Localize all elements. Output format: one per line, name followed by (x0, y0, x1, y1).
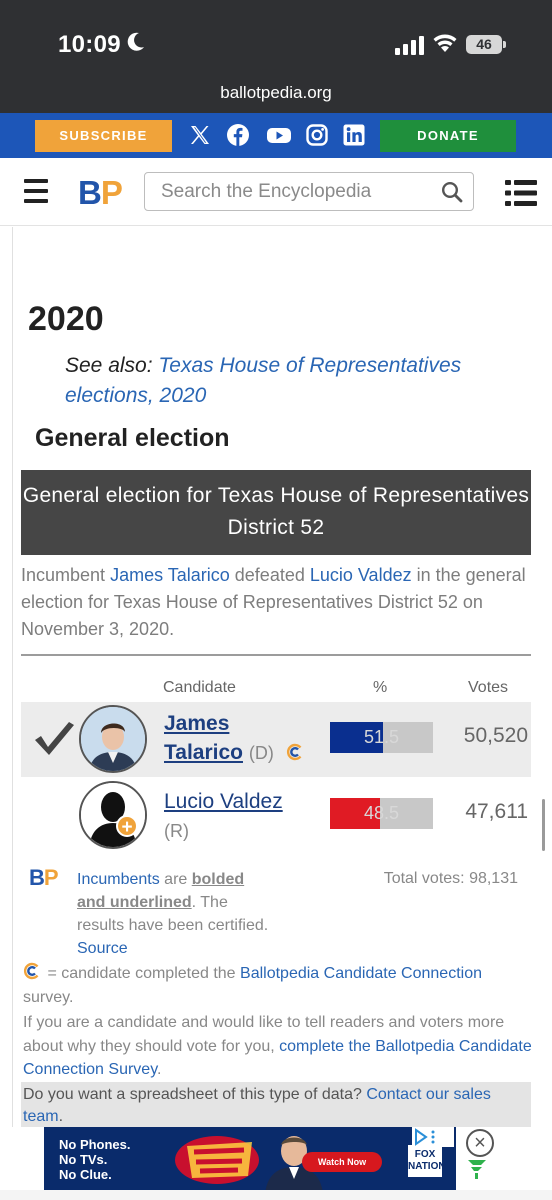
donate-button[interactable]: DONATE (380, 120, 516, 152)
site-header: BP (0, 158, 552, 226)
loser-link[interactable]: Lucio Valdez (310, 565, 412, 585)
source-link[interactable]: Source (77, 940, 128, 957)
column-header-percent: % (373, 679, 388, 696)
incumbents-link[interactable]: Incumbents (77, 871, 160, 888)
general-election-heading: General election (35, 424, 230, 452)
watch-now-button[interactable]: Watch Now (302, 1152, 382, 1172)
talarico-percent-label: 51.5 (363, 727, 400, 747)
race-summary: Incumbent James Talarico defeated Lucio … (21, 565, 526, 639)
winner-link[interactable]: James Talarico (110, 565, 230, 585)
content-border (12, 227, 13, 1127)
results-divider (21, 654, 531, 656)
battery-tip (503, 41, 506, 48)
column-header-votes: Votes (468, 679, 509, 696)
x-twitter-icon[interactable] (188, 123, 212, 147)
candidate-name-valdez[interactable]: Lucio Valdez (R) (164, 787, 283, 846)
search-input[interactable] (145, 173, 437, 210)
adchoices-icon[interactable] (412, 1127, 454, 1147)
page-scrollbar[interactable] (542, 799, 545, 851)
close-ad-button[interactable]: × (466, 1129, 494, 1157)
bottom-strip (0, 1190, 552, 1200)
promo-bar: SUBSCRIBE DONATE (0, 113, 552, 158)
status-time: 10:09 (58, 31, 121, 58)
talarico-avatar[interactable] (79, 705, 147, 773)
valdez-percent-label: 48.5 (363, 803, 400, 823)
ad-banner[interactable]: No Phones. No TVs. No Clue. Watch Now FOX N… (44, 1127, 456, 1194)
ad-tagline: No Phones. No TVs. No Clue. (59, 1137, 131, 1182)
facebook-icon[interactable] (226, 123, 250, 147)
add-photo-icon: + (116, 815, 138, 838)
search-icon[interactable] (441, 181, 463, 203)
valdez-name-link[interactable]: Lucio Valdez (164, 790, 283, 813)
valdez-avatar[interactable] (79, 781, 147, 849)
talarico-first-name[interactable]: James (164, 712, 229, 735)
incumbents-note: Incumbents are bolded and underlined. Th… (77, 871, 269, 957)
search-box (144, 172, 474, 211)
url-bar[interactable]: ballotpedia.org (0, 80, 552, 113)
candidate-row-valdez: + Lucio Valdez (R) 48.5 47,611 (21, 778, 531, 853)
valdez-votes: 47,611 (465, 800, 528, 823)
talarico-party: (D) (248, 743, 274, 763)
spreadsheet-note: Do you want a spreadsheet of this type o… (21, 1082, 531, 1127)
candidate-row-talarico: James Talarico (D) 51.5 50,520 (21, 702, 531, 777)
valdez-party: (R) (164, 821, 189, 841)
battery-indicator: 46 (466, 35, 502, 54)
valdez-percent-bar: 48.5 (330, 798, 433, 829)
menu-icon[interactable] (24, 179, 48, 205)
winner-checkmark-icon (35, 722, 74, 755)
moon-icon (127, 32, 144, 51)
race-title: General election for Texas House of Repr… (21, 470, 531, 555)
article-content: 2020 See also: Texas House of Representa… (0, 227, 552, 1127)
instagram-icon[interactable] (305, 123, 329, 147)
linkedin-icon[interactable] (342, 123, 366, 147)
candidate-name-talarico[interactable]: James Talarico (D) (164, 709, 304, 768)
see-also: See also: Texas House of Representatives… (65, 354, 462, 407)
wifi-icon (433, 34, 457, 52)
list-menu-icon[interactable] (505, 179, 537, 207)
candidate-connection-icon (23, 962, 39, 980)
status-bar: 10:09 46 (0, 0, 552, 80)
candidate-connection-icon[interactable] (286, 743, 304, 761)
column-header-candidate: Candidate (163, 679, 236, 696)
total-votes: Total votes: 98,131 (383, 870, 518, 887)
candidate-connection-link[interactable]: Ballotpedia Candidate Connection (240, 965, 482, 982)
subscribe-button[interactable]: SUBSCRIBE (35, 120, 172, 152)
ad-show-logo (175, 1136, 259, 1184)
section-year-heading: 2020 (28, 300, 104, 338)
talarico-last-name[interactable]: Talarico (164, 741, 243, 764)
fox-nation-logo: FOX NATION (408, 1145, 446, 1177)
ad-network-icon (468, 1160, 486, 1179)
cellular-signal-icon (395, 36, 424, 55)
talarico-percent-bar: 51.5 (330, 722, 433, 753)
ballotpedia-small-logo: BP (29, 865, 59, 890)
survey-invitation: If you are a candidate and would like to… (23, 1014, 532, 1078)
candidate-connection-note: = candidate completed the Ballotpedia Ca… (23, 962, 533, 1010)
talarico-votes: 50,520 (463, 724, 528, 747)
youtube-icon[interactable] (266, 123, 292, 147)
ballotpedia-logo[interactable]: BP (78, 174, 123, 212)
